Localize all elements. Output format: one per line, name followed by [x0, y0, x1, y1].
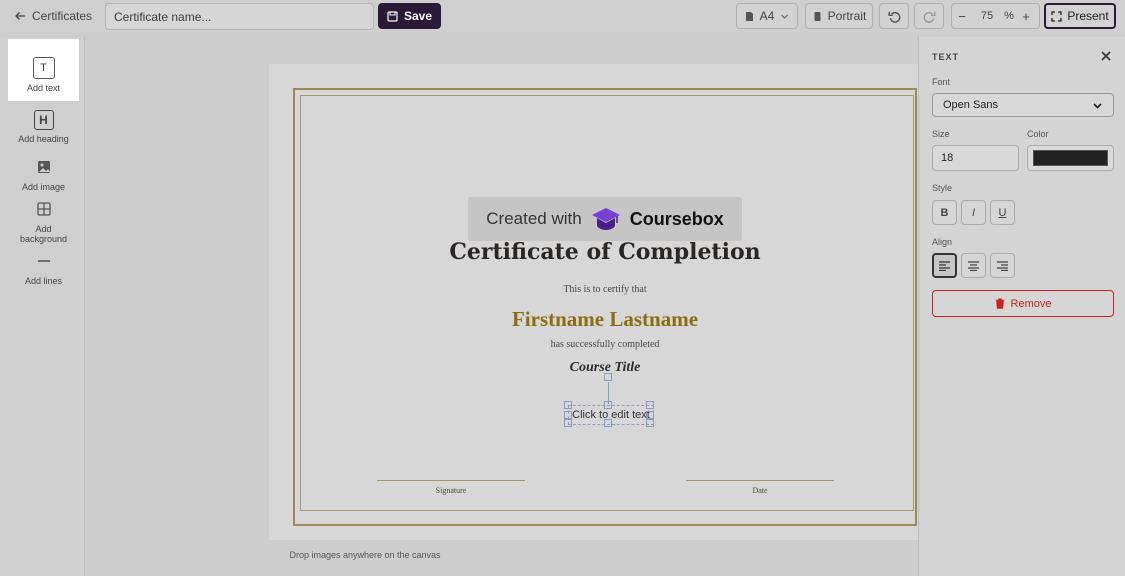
- coursebox-watermark: Created with Coursebox: [468, 197, 742, 241]
- color-picker[interactable]: [1027, 145, 1114, 171]
- align-right-icon: [997, 260, 1008, 271]
- watermark-brand: Coursebox: [629, 208, 724, 229]
- font-size-input[interactable]: 18: [932, 145, 1019, 171]
- heading-icon: H: [33, 110, 54, 130]
- add-heading-label: Add heading: [18, 134, 69, 144]
- zoom-out-button[interactable]: −: [952, 9, 972, 24]
- save-label: Save: [403, 9, 433, 23]
- undo-button[interactable]: [879, 3, 909, 29]
- add-image-label: Add image: [21, 182, 66, 192]
- add-heading-tool[interactable]: H Add heading: [8, 110, 79, 144]
- resize-handle-top[interactable]: [604, 401, 612, 409]
- text-properties-panel: TEXT Font Open Sans Size Color 18 Style …: [918, 37, 1125, 576]
- panel-title: TEXT: [932, 52, 960, 62]
- paper-size-dropdown[interactable]: A4: [736, 3, 798, 29]
- zoom-in-button[interactable]: +: [1016, 9, 1036, 24]
- canvas-area[interactable]: Created with Coursebox Certificate of Co…: [85, 37, 929, 576]
- date-label[interactable]: Date: [686, 486, 834, 495]
- paper-size-label: A4: [759, 9, 775, 23]
- add-lines-tool[interactable]: Add lines: [8, 250, 79, 286]
- redo-button[interactable]: [914, 3, 944, 29]
- resize-handle-bottom-right[interactable]: [646, 419, 654, 427]
- redo-icon: [923, 11, 936, 23]
- grid-icon: [33, 198, 55, 220]
- certificate-inner-border: [300, 95, 914, 511]
- align-right-button[interactable]: [990, 253, 1015, 278]
- signature-label[interactable]: Signature: [377, 486, 525, 495]
- resize-handle-top-left[interactable]: [564, 401, 572, 409]
- chevron-down-icon: [781, 14, 789, 19]
- add-text-tool[interactable]: T Add text: [8, 39, 79, 101]
- align-left-button[interactable]: [932, 253, 957, 278]
- add-background-tool[interactable]: Add background: [8, 198, 79, 244]
- present-label: Present: [1067, 9, 1109, 23]
- fullscreen-icon: [1051, 10, 1062, 22]
- add-text-label: Add text: [26, 83, 61, 93]
- add-background-label: Add background: [19, 224, 68, 244]
- italic-button[interactable]: I: [961, 200, 986, 225]
- underline-button[interactable]: U: [990, 200, 1015, 225]
- align-center-button[interactable]: [961, 253, 986, 278]
- zoom-control: − 75 % +: [951, 3, 1040, 29]
- orientation-button[interactable]: Portrait: [805, 3, 873, 29]
- save-button[interactable]: Save: [378, 3, 441, 29]
- completed-text[interactable]: has successfully completed: [269, 339, 941, 350]
- resize-handle-right[interactable]: [646, 411, 654, 419]
- document-icon: [745, 11, 753, 21]
- back-to-certificates-link[interactable]: Certificates: [14, 3, 92, 29]
- color-swatch: [1033, 150, 1108, 166]
- certificate-name-input[interactable]: [105, 3, 374, 30]
- back-link-label: Certificates: [32, 9, 93, 23]
- text-icon: T: [32, 57, 55, 79]
- style-label: Style: [932, 183, 953, 193]
- font-label: Font: [932, 77, 951, 87]
- align-left-icon: [939, 260, 950, 271]
- add-image-tool[interactable]: Add image: [8, 156, 79, 192]
- image-icon: [33, 156, 55, 178]
- remove-button[interactable]: Remove: [932, 290, 1114, 317]
- resize-handle-bottom[interactable]: [604, 419, 612, 427]
- watermark-prefix: Created with: [486, 209, 582, 228]
- undo-icon: [887, 11, 900, 23]
- arrow-left-icon: [15, 12, 25, 20]
- element-toolbar: T Add text H Add heading Add image Add b…: [0, 37, 85, 576]
- present-button[interactable]: Present: [1044, 3, 1116, 29]
- certificate-page[interactable]: Created with Coursebox Certificate of Co…: [269, 64, 929, 540]
- font-select[interactable]: Open Sans: [932, 93, 1114, 117]
- zoom-value[interactable]: 75: [972, 10, 1002, 22]
- close-icon[interactable]: [1099, 49, 1113, 63]
- add-lines-label: Add lines: [24, 276, 63, 286]
- size-label: Size: [932, 129, 950, 139]
- save-icon: [387, 10, 398, 22]
- align-center-icon: [968, 260, 979, 271]
- line-icon: [33, 250, 55, 272]
- bold-button[interactable]: B: [932, 200, 957, 225]
- resize-handle-bottom-left[interactable]: [564, 419, 572, 427]
- certify-text[interactable]: This is to certify that: [269, 284, 941, 295]
- certificate-title[interactable]: Certificate of Completion: [269, 239, 941, 265]
- remove-label: Remove: [1010, 297, 1052, 310]
- portrait-page-icon: [814, 11, 821, 21]
- color-label: Color: [1027, 129, 1049, 139]
- font-value: Open Sans: [943, 99, 999, 111]
- rotate-handle[interactable]: [604, 373, 612, 381]
- signature-line[interactable]: [377, 480, 525, 481]
- graduation-cap-logo-icon: [590, 206, 622, 232]
- recipient-name[interactable]: Firstname Lastname: [269, 307, 941, 332]
- chevron-down-icon: [1093, 102, 1102, 109]
- date-line[interactable]: [686, 480, 834, 481]
- resize-handle-left[interactable]: [564, 411, 572, 419]
- align-label: Align: [932, 237, 953, 247]
- resize-handle-top-right[interactable]: [646, 401, 654, 409]
- orientation-label: Portrait: [827, 9, 867, 23]
- zoom-unit: %: [1004, 10, 1014, 22]
- trash-icon: [995, 298, 1005, 309]
- top-toolbar: Certificates Save A4 Portrait − 75 % + P…: [0, 0, 1125, 33]
